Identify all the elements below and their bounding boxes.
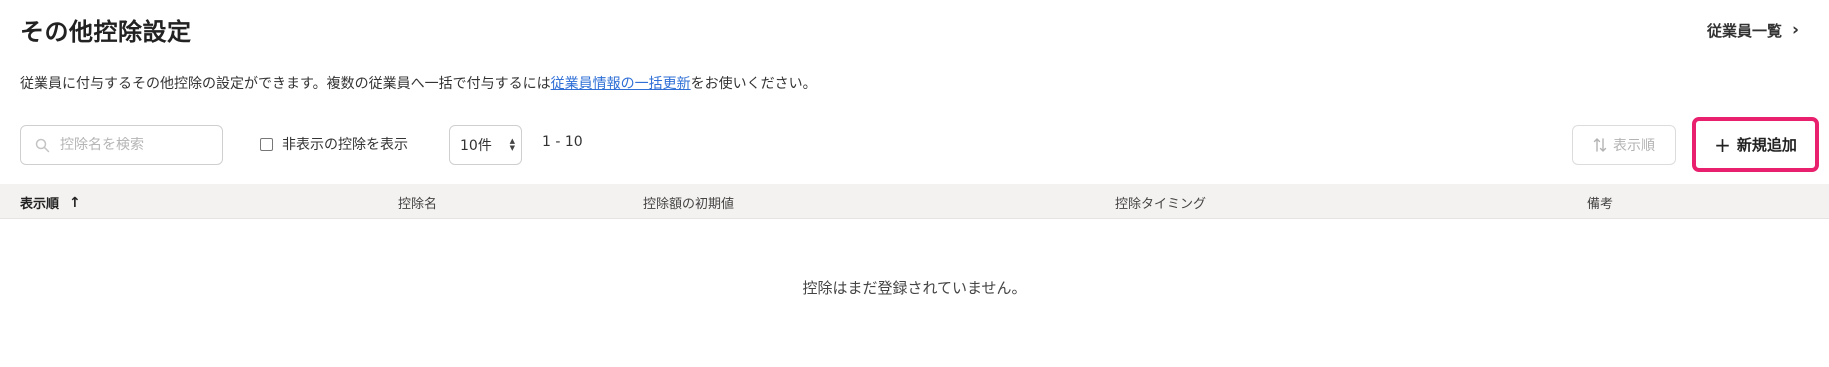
column-header-default-amount[interactable]: 控除額の初期値	[643, 193, 734, 212]
bulk-update-link[interactable]: 従業員情報の一括更新	[551, 76, 691, 92]
page: その他控除設定 従業員一覧 › 従業員に付与するその他控除の設定ができます。複数…	[0, 0, 1829, 367]
show-hidden-toggle[interactable]: 非表示の控除を表示	[260, 134, 408, 154]
column-header-order[interactable]: 表示順 ↑	[20, 193, 81, 213]
description-text-after: をお使いください。	[690, 76, 817, 92]
sort-arrows-icon	[1593, 138, 1607, 152]
add-new-label: 新規追加	[1736, 136, 1797, 154]
sort-order-button[interactable]: 表示順	[1572, 125, 1676, 165]
column-header-notes[interactable]: 備考	[1587, 193, 1613, 212]
page-description: 従業員に付与するその他控除の設定ができます。複数の従業員へ一括で付与するには従業…	[20, 73, 817, 93]
employee-list-link[interactable]: 従業員一覧 ›	[1707, 20, 1799, 41]
chevron-right-icon: ›	[1791, 20, 1799, 40]
column-header-default-amount-label: 控除額の初期値	[643, 197, 735, 212]
search-box[interactable]	[20, 125, 223, 165]
search-input[interactable]	[60, 137, 200, 153]
column-header-order-label: 表示順	[20, 197, 60, 212]
show-hidden-label: 非表示の控除を表示	[282, 137, 408, 153]
add-new-button[interactable]: + 新規追加	[1700, 125, 1811, 164]
employee-list-link-label: 従業員一覧	[1706, 22, 1782, 40]
column-header-notes-label: 備考	[1587, 197, 1614, 212]
pagination-range: 1 - 10	[542, 134, 583, 150]
new-button-highlight: + 新規追加	[1692, 117, 1819, 172]
per-page-value: 10件	[460, 138, 492, 154]
column-header-timing[interactable]: 控除タイミング	[1115, 193, 1206, 212]
show-hidden-checkbox[interactable]	[260, 137, 273, 151]
select-arrows-icon: ▲ ▼	[509, 137, 515, 152]
plus-icon: +	[1714, 132, 1731, 157]
column-header-name[interactable]: 控除名	[398, 193, 437, 212]
sort-order-label: 表示順	[1613, 138, 1655, 154]
sort-ascending-icon: ↑	[69, 194, 81, 211]
description-text-before: 従業員に付与するその他控除の設定ができます。複数の従業員へ一括で付与するには	[20, 76, 551, 92]
column-header-timing-label: 控除タイミング	[1115, 197, 1207, 212]
per-page-select[interactable]: 10件 ▲ ▼	[449, 125, 522, 165]
empty-state-message: 控除はまだ登録されていません。	[802, 279, 1027, 297]
page-title: その他控除設定	[20, 18, 192, 46]
search-icon	[35, 138, 50, 152]
table-header: 表示順 ↑ 控除名 控除額の初期値 控除タイミング 備考	[0, 184, 1829, 219]
column-header-name-label: 控除名	[398, 197, 438, 212]
